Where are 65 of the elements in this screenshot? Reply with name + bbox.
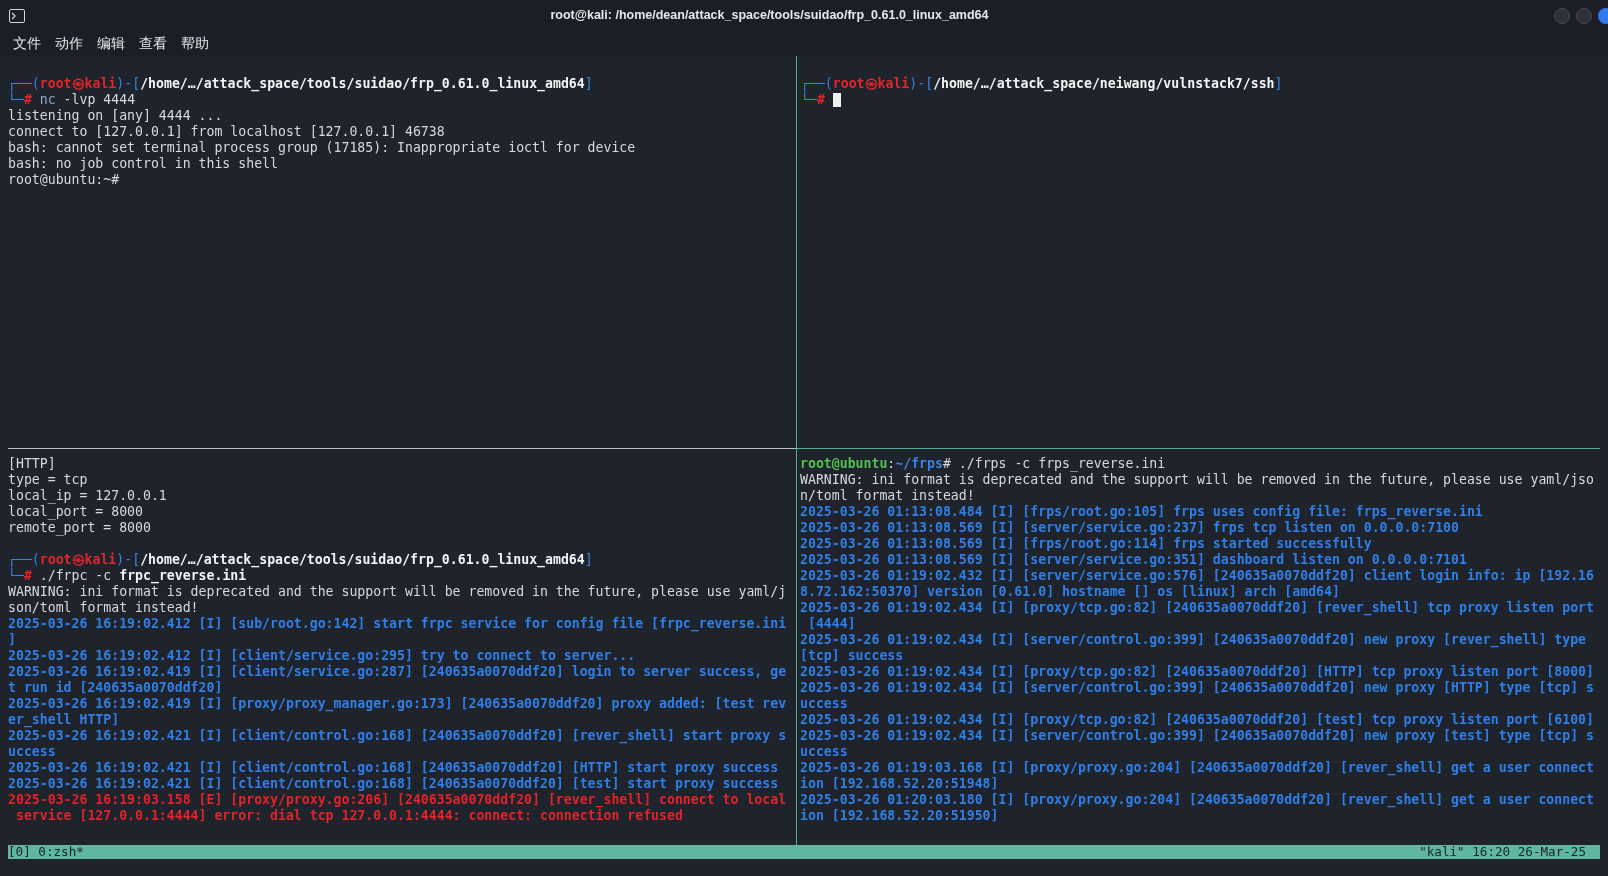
terminal-line: WARNING: ini format is deprecated and the support will be removed in the future, please use yaml/j — [8, 584, 787, 600]
terminal-line: n/toml format instead! — [800, 488, 975, 504]
terminal-line: 2025-03-26 16:19:02.421 [I] [client/control.go:168] [240635a0070ddf20] [HTTP] start proxy success — [8, 760, 779, 776]
terminal-line: ┌──(root㉿kali)-[/home/…/attack_space/tools/suidao/frp_0.61.0_linux_amd64] — [8, 552, 593, 568]
terminal-line: 2025-03-26 01:13:08.484 [I] [frps/root.go:105] frps uses config file: frps_reverse.ini — [800, 504, 1483, 520]
terminal-line: 2025-03-26 01:19:02.434 [I] [proxy/tcp.go:82] [240635a0070ddf20] [test] tcp proxy listen port [6100] — [800, 712, 1594, 728]
terminal-line: bash: cannot set terminal process group (17185): Inappropriate ioctl for device — [8, 140, 636, 156]
terminal-line: 2025-03-26 01:19:02.432 [I] [server/service.go:576] [240635a0070ddf20] client login info: ip [192.16 — [800, 568, 1594, 584]
menu-item[interactable]: 文件 — [13, 33, 41, 54]
terminal-line: bash: no job control in this shell — [8, 156, 278, 172]
terminal-line: 2025-03-26 01:19:02.434 [I] [proxy/tcp.go:82] [240635a0070ddf20] [rever_shell] tcp proxy listen port — [800, 600, 1594, 616]
maximize-button[interactable] — [1576, 7, 1592, 24]
status-bar-text: [0] 0:zsh* — [8, 845, 84, 859]
terminal-icon — [9, 8, 25, 23]
terminal-line: └─# ./frpc -c frpc_reverse.ini — [8, 568, 247, 584]
terminal-line: 2025-03-26 01:13:08.569 [I] [frps/root.go:114] frps started successfully — [800, 536, 1372, 552]
terminal-line: 2025-03-26 01:19:02.434 [I] [server/control.go:399] [240635a0070ddf20] new proxy [rever_shell] type — [800, 632, 1586, 648]
terminal-line: WARNING: ini format is deprecated and the support will be removed in the future, please use yaml/jso — [800, 472, 1594, 488]
terminal-line: [HTTP] — [8, 456, 56, 472]
menu-item[interactable]: 编辑 — [97, 33, 125, 54]
terminal-line: uccess — [800, 744, 848, 760]
terminal-line: local_ip = 127.0.0.1 — [8, 488, 167, 504]
terminal-line: 2025-03-26 16:19:02.419 [I] [proxy/proxy_manager.go:173] [240635a0070ddf20] proxy added: [test rev — [8, 696, 787, 712]
terminal-line: ] — [8, 632, 16, 648]
terminal-line: 2025-03-26 16:19:02.421 [I] [client/control.go:168] [240635a0070ddf20] [test] start proxy success — [8, 776, 779, 792]
terminal-line: [tcp] success — [800, 648, 904, 664]
terminal-line: 2025-03-26 16:19:02.421 [I] [client/control.go:168] [240635a0070ddf20] [rever_shell] start proxy s — [8, 728, 787, 744]
terminal-line: 2025-03-26 01:19:02.434 [I] [proxy/tcp.go:82] [240635a0070ddf20] [HTTP] tcp proxy listen port [8000] — [800, 664, 1594, 680]
terminal-line: └─# nc -lvp 4444 — [8, 92, 136, 108]
menu-item[interactable]: 帮助 — [181, 33, 209, 54]
terminal-line: t run id [240635a0070ddf20] — [8, 680, 223, 696]
terminal-line: local_port = 8000 — [8, 504, 143, 520]
terminal-line: service [127.0.0.1:4444] error: dial tcp 127.0.0.1:4444: connect: connection refused — [14, 808, 683, 824]
terminal-line: ┌──(root㉿kali)-[/home/…/attack_space/neiwang/vulnstack7/ssh] — [801, 76, 1283, 92]
minimize-button[interactable] — [1554, 7, 1570, 24]
terminal-line: └─# — [801, 92, 825, 108]
terminal-line: ion [192.168.52.20:51950] — [800, 808, 999, 824]
terminal-line: [4444] — [806, 616, 856, 632]
terminal-line: type = tcp — [8, 472, 88, 488]
terminal-line: 2025-03-26 01:13:08.569 [I] [server/service.go:237] frps tcp listen on 0.0.0.0:7100 — [800, 520, 1459, 536]
window-title: root@kali: /home/dean/attack_space/tools/suidao/frp_0.61.0_linux_amd64 — [550, 7, 989, 25]
terminal-line: son/toml format instead! — [8, 600, 199, 616]
terminal-line: 2025-03-26 16:19:02.412 [I] [client/service.go:295] try to connect to server... — [8, 648, 636, 664]
terminal-line: ┌──(root㉿kali)-[/home/…/attack_space/tools/suidao/frp_0.61.0_linux_amd64] — [8, 76, 593, 92]
terminal-line: ion [192.168.52.20:51948] — [800, 776, 999, 792]
terminal-line: 2025-03-26 01:13:08.569 [I] [server/service.go:351] dashboard listen on 0.0.0.0:7101 — [800, 552, 1467, 568]
terminal-line: 2025-03-26 16:19:03.158 [E] [proxy/proxy.go:206] [240635a0070ddf20] [rever_shell] connect to local — [8, 792, 787, 808]
terminal-line: listening on [any] 4444 ... — [8, 108, 223, 124]
terminal-line: 2025-03-26 01:19:03.168 [I] [proxy/proxy.go:204] [240635a0070ddf20] [rever_shell] get a user connect — [800, 760, 1594, 776]
terminal-line: 2025-03-26 16:19:02.412 [I] [sub/root.go:142] start frpc service for config file [frpc_reverse.ini — [8, 616, 787, 632]
terminal-line: er_shell HTTP] — [8, 712, 120, 728]
terminal-line: 8.72.162:50370] version [0.61.0] hostname [] os [linux] arch [amd64] — [800, 584, 1340, 600]
menu-item[interactable]: 动作 — [55, 33, 83, 54]
menu-item[interactable]: 查看 — [139, 33, 167, 54]
terminal-line: remote_port = 8000 — [8, 520, 151, 536]
terminal-line: uccess — [8, 744, 56, 760]
terminal-line: 2025-03-26 01:20:03.180 [I] [proxy/proxy.go:204] [240635a0070ddf20] [rever_shell] get a user connect — [800, 792, 1594, 808]
terminal-line: 2025-03-26 01:19:02.434 [I] [server/control.go:399] [240635a0070ddf20] new proxy [test] type [tcp] s — [800, 728, 1594, 744]
terminal-line: uccess — [800, 696, 848, 712]
status-bar-text: "kali" 16:20 26-Mar-25 — [1419, 845, 1586, 859]
terminal-line: connect to [127.0.0.1] from localhost [127.0.0.1] 46738 — [8, 124, 445, 140]
terminal-line: root@ubuntu:~/frps# ./frps -c frps_reverse.ini — [800, 456, 1166, 472]
terminal-line: root@ubuntu:~# — [8, 172, 120, 188]
terminal-line: 2025-03-26 01:19:02.434 [I] [server/control.go:399] [240635a0070ddf20] new proxy [HTTP] type [tcp] s — [800, 680, 1594, 696]
terminal-line: 2025-03-26 16:19:02.419 [I] [client/service.go:287] [240635a0070ddf20] login to server success, ge — [8, 664, 787, 680]
